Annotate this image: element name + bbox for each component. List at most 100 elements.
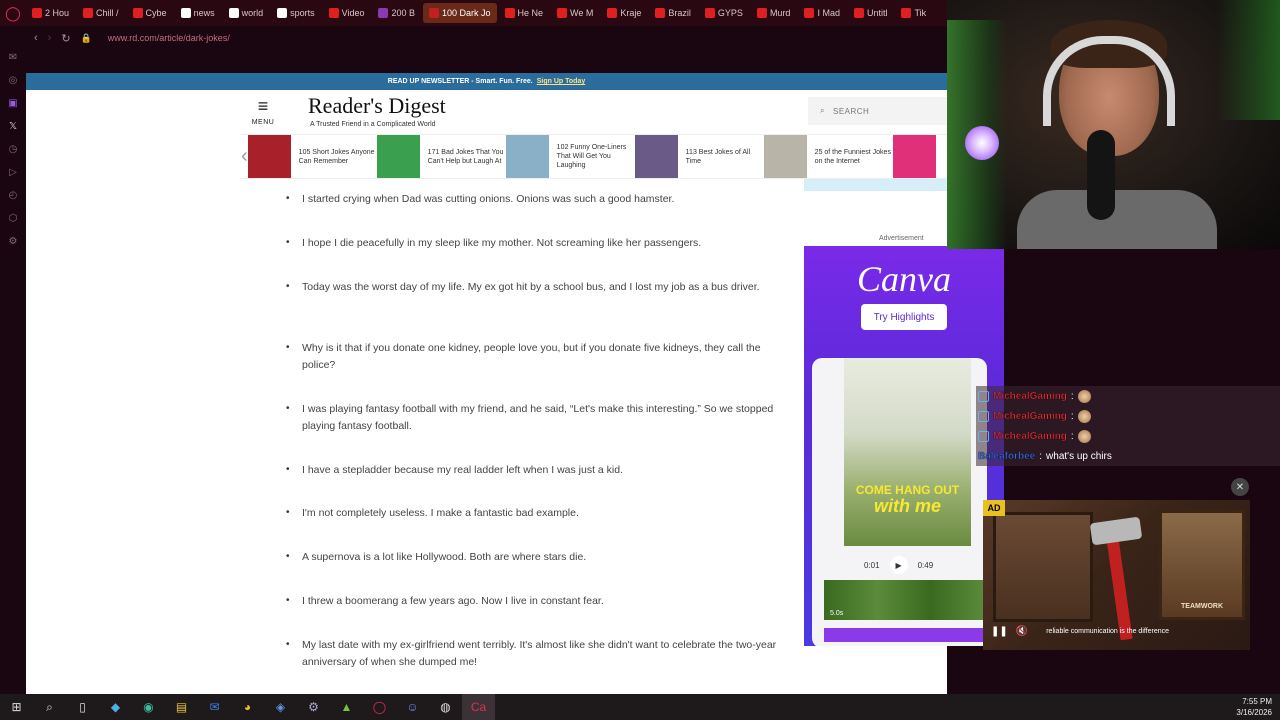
chat-username[interactable]: Baleaforbee <box>978 450 1036 461</box>
chat-username[interactable]: MichealGaming <box>993 410 1067 421</box>
joke-item: I have a stepladder because my real ladd… <box>282 462 782 479</box>
twitch-icon[interactable]: ▣ <box>6 96 20 110</box>
close-ad-icon[interactable]: ✕ <box>1231 478 1249 496</box>
obs-icon[interactable]: ◍ <box>429 694 462 720</box>
menu-button[interactable]: ≡ MENU <box>248 97 278 126</box>
tab-label: Cybe <box>145 8 167 18</box>
tab-favicon-icon <box>132 8 143 18</box>
search-box[interactable]: ⌕ SEARCH <box>808 97 947 125</box>
browser-tab[interactable]: We M <box>551 3 599 23</box>
forward-icon[interactable]: › <box>48 32 52 44</box>
pause-icon[interactable]: ❚❚ <box>991 626 1008 637</box>
discord-icon[interactable]: ☺ <box>396 694 429 720</box>
canva-ad[interactable]: Canva Try Highlights COME HANG OUT with … <box>804 246 1004 646</box>
canva-brand: Canva <box>857 259 951 299</box>
chat-emote-icon <box>1077 389 1091 403</box>
joke-item: A supernova is a lot like Hollywood. Bot… <box>282 549 782 566</box>
tab-label: 2 Hou <box>45 8 70 18</box>
tab-favicon-icon <box>429 8 439 18</box>
x-icon[interactable]: 𝕏 <box>6 119 20 133</box>
tab-label: We M <box>570 8 594 18</box>
browser-tab[interactable]: Kraje <box>601 3 647 23</box>
tab-favicon-icon <box>804 8 815 18</box>
browser-tab[interactable]: Brazil <box>649 3 697 23</box>
nvidia-icon[interactable]: ▲ <box>330 694 363 720</box>
chat-username[interactable]: MichealGaming <box>993 430 1067 441</box>
player-icon[interactable]: ▷ <box>6 165 20 179</box>
browser-tab[interactable]: He Ne <box>499 3 550 23</box>
chat-message: Baleaforbee: what's up chirs <box>976 446 1280 466</box>
browser-tab[interactable]: Cybe <box>127 3 173 23</box>
carousel-prev-icon[interactable]: ‹ <box>241 145 248 168</box>
extensions-icon[interactable]: ⬡ <box>6 211 20 225</box>
browser-tab[interactable]: news <box>175 3 221 23</box>
logo-name: Reader's Digest <box>308 93 446 118</box>
browser-logo-icon[interactable]: ◯ <box>0 0 26 26</box>
chat-badge-icon <box>978 430 989 442</box>
newsletter-signup-link[interactable]: Sign Up Today <box>537 78 585 85</box>
browser-tab[interactable]: I Mad <box>798 3 846 23</box>
browser-tab[interactable]: GYPS <box>699 3 749 23</box>
try-highlights-button[interactable]: Try Highlights <box>861 304 947 330</box>
messages-icon[interactable]: ✉ <box>6 50 20 64</box>
chrome-icon[interactable]: ◕ <box>231 694 264 720</box>
browser-tab[interactable]: Chill / <box>77 3 125 23</box>
browser-tab[interactable]: Murd <box>751 3 797 23</box>
tab-label: Untitl <box>866 8 888 18</box>
tab-label: Tik <box>914 8 927 18</box>
opera-icon[interactable]: ◯ <box>363 694 396 720</box>
microphone-icon <box>1087 130 1115 220</box>
app-icon[interactable]: ◈ <box>264 694 297 720</box>
browser-tab[interactable]: Untitl <box>848 3 894 23</box>
start-icon[interactable]: ⊞ <box>0 694 33 720</box>
tab-favicon-icon <box>180 8 191 18</box>
carousel-card[interactable]: 113 Best Jokes of All Time <box>634 135 764 178</box>
browser-tab[interactable]: sports <box>271 3 321 23</box>
settings-icon[interactable]: ⚙ <box>6 234 20 248</box>
carousel-card[interactable]: 25 of the Funniest Jokes on the Internet <box>763 135 893 178</box>
url-field[interactable]: www.rd.com/article/dark-jokes/ <box>108 33 230 43</box>
video-controls: ❚❚ 🔇 reliable communication is the diffe… <box>991 622 1246 640</box>
browser-tab[interactable]: Video <box>323 3 371 23</box>
joke-item: Why is it that if you donate one kidney,… <box>282 340 782 373</box>
webcam-feed <box>947 0 1280 249</box>
tab-favicon-icon <box>607 8 618 18</box>
mute-icon[interactable]: 🔇 <box>1016 626 1028 637</box>
webcam-glow-right <box>1217 0 1280 120</box>
carousel-card[interactable]: 105 Short Jokes Anyone Can Remember <box>247 135 377 178</box>
browser-tab[interactable]: Tik <box>895 3 932 23</box>
file-explorer-icon[interactable]: ▤ <box>165 694 198 720</box>
browser-tab[interactable]: world <box>223 3 270 23</box>
browser-tab[interactable]: 2 Hou <box>26 3 75 23</box>
system-clock[interactable]: 7:55 PM 3/16/2026 <box>1236 696 1272 718</box>
clip-strip: 5.0s <box>824 580 984 620</box>
back-icon[interactable]: ‹ <box>34 32 38 44</box>
carousel-card[interactable]: 102 Funny One-Liners That Will Get You L… <box>505 135 635 178</box>
canva-taskbar-icon[interactable]: Ca <box>462 694 495 720</box>
chat-username[interactable]: MichealGaming <box>993 390 1067 401</box>
webcam-body <box>1017 190 1217 249</box>
outlook-icon[interactable]: ✉ <box>198 694 231 720</box>
ad-board <box>993 512 1093 622</box>
edge-icon[interactable]: ◉ <box>132 694 165 720</box>
instagram-icon[interactable]: ◎ <box>6 73 20 87</box>
taskbar-search-icon[interactable]: ⌕ <box>33 694 66 720</box>
play-icon[interactable]: ▶ <box>889 556 908 574</box>
site-logo[interactable]: Reader's Digest A Trusted Friend in a Co… <box>308 93 446 128</box>
carousel-thumbnail <box>505 135 549 178</box>
browser-tab[interactable]: 200 B <box>372 3 421 23</box>
reload-icon[interactable]: ↻ <box>61 32 70 45</box>
task-view-icon[interactable]: ▯ <box>66 694 99 720</box>
clock-icon[interactable]: ◴ <box>6 188 20 202</box>
chat-separator: : <box>1070 390 1074 402</box>
video-ad[interactable]: TEAMWORK AD ❚❚ 🔇 reliable communication … <box>983 500 1250 650</box>
carousel-card[interactable] <box>892 135 947 178</box>
tab-favicon-icon <box>901 8 912 18</box>
tab-label: news <box>193 8 215 18</box>
steam-icon[interactable]: ⚙ <box>297 694 330 720</box>
copilot-icon[interactable]: ◆ <box>99 694 132 720</box>
audio-waveform <box>824 628 984 642</box>
carousel-card[interactable]: 171 Bad Jokes That You Can't Help but La… <box>376 135 506 178</box>
browser-tab[interactable]: 100 Dark Jo <box>423 3 497 23</box>
history-icon[interactable]: ◷ <box>6 142 20 156</box>
